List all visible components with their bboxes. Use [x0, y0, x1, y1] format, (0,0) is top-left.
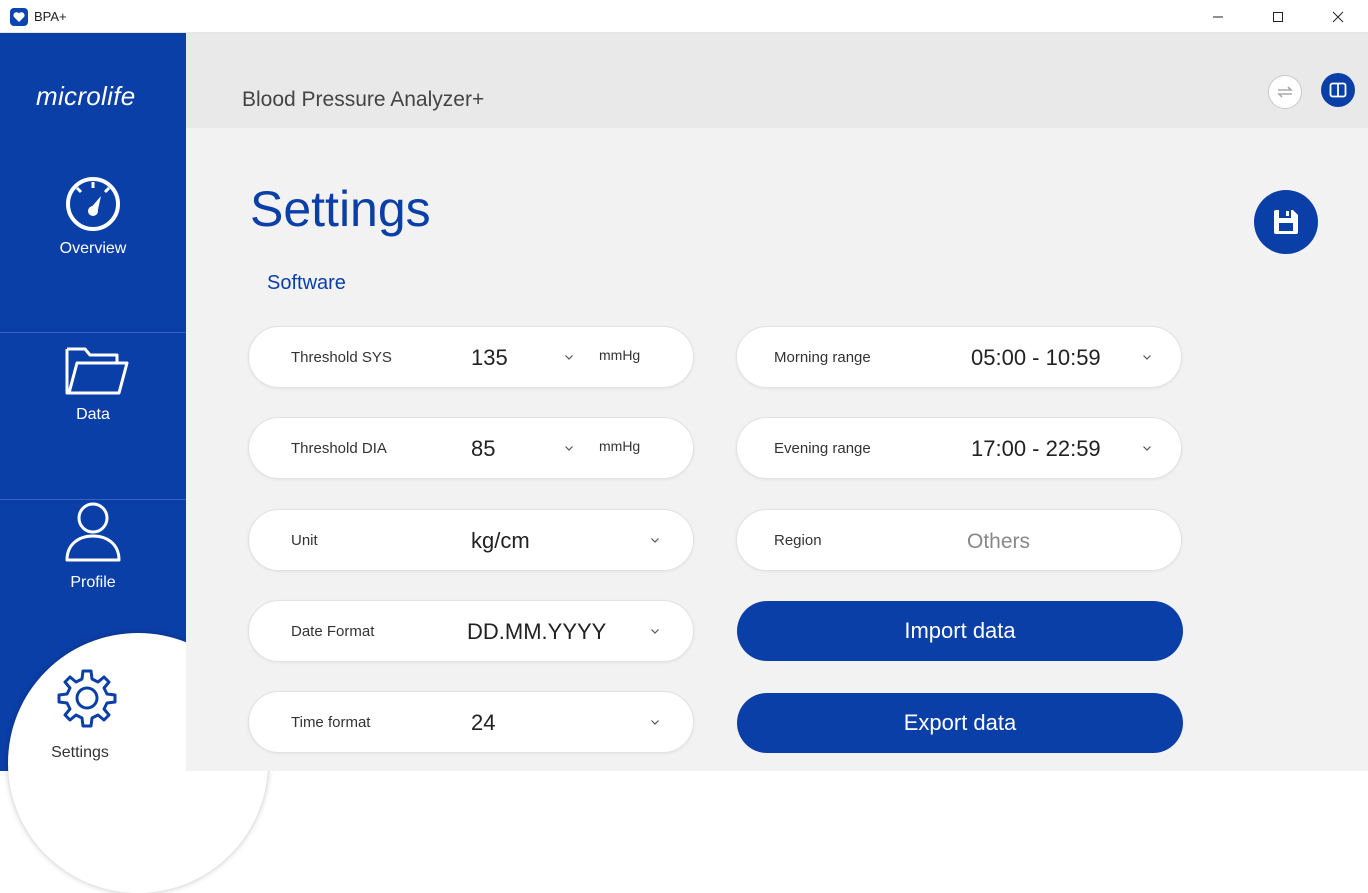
field-label: Threshold SYS: [291, 349, 392, 366]
folder-icon: [65, 347, 129, 395]
field-label: Evening range: [774, 440, 871, 457]
chevron-down-icon: [651, 629, 659, 634]
person-icon: [65, 502, 121, 562]
gear-icon: [57, 669, 117, 728]
unit-label: mmHg: [599, 347, 641, 363]
manual-button[interactable]: [1321, 73, 1355, 107]
close-button[interactable]: [1315, 0, 1361, 33]
chevron-down-icon: [565, 446, 573, 451]
threshold-dia-value: 85: [471, 436, 496, 461]
window-title: BPA+: [34, 9, 67, 24]
sidebar-item-label: Settings: [51, 744, 109, 761]
field-label: Morning range: [774, 349, 871, 366]
date-format-value: DD.MM.YYYY: [467, 619, 607, 644]
sidebar-item-label: Profile: [70, 574, 116, 591]
minimize-button[interactable]: [1195, 0, 1241, 33]
chevron-down-icon: [1143, 355, 1151, 360]
main-content: Blood Pressure Analyzer+ Settings Softwa…: [186, 33, 1368, 771]
time-format-value: 24: [471, 710, 496, 735]
sync-icon: [1277, 86, 1293, 98]
app-heart-icon: [10, 8, 28, 26]
field-label: Region: [774, 532, 822, 549]
morning-range-field[interactable]: Morning range 05:00 - 10:59: [736, 326, 1182, 388]
export-data-button[interactable]: Export data: [737, 693, 1183, 753]
chevron-down-icon: [651, 538, 659, 543]
gauge-icon: [66, 177, 120, 231]
chevron-down-icon: [1143, 446, 1151, 451]
unit-value: kg/cm: [471, 528, 530, 553]
field-label: Unit: [291, 532, 318, 549]
sidebar-item-overview[interactable]: Overview: [0, 166, 186, 333]
microlife-logo: microlife: [36, 81, 136, 111]
region-value: Others: [967, 530, 1031, 553]
threshold-sys-field[interactable]: Threshold SYS 135 mmHg: [248, 326, 694, 388]
sidebar-item-label: Overview: [59, 240, 127, 257]
sidebar-item-data[interactable]: Data: [0, 333, 186, 500]
import-data-button[interactable]: Import data: [737, 601, 1183, 661]
maximize-button[interactable]: [1255, 0, 1301, 33]
chevron-down-icon: [651, 720, 659, 725]
evening-range-field[interactable]: Evening range 17:00 - 22:59: [736, 417, 1182, 479]
manual-icon: [1329, 82, 1347, 98]
page-title: Settings: [250, 181, 431, 237]
app-title: Blood Pressure Analyzer+: [242, 88, 485, 111]
field-label: Date Format: [291, 623, 375, 640]
evening-range-value: 17:00 - 22:59: [971, 436, 1101, 461]
window-titlebar: BPA+: [0, 0, 1368, 33]
field-label: Time format: [291, 714, 371, 731]
threshold-sys-value: 135: [471, 345, 508, 370]
field-label: Threshold DIA: [291, 440, 387, 457]
chevron-down-icon: [565, 355, 573, 360]
sidebar-item-label: Data: [76, 406, 110, 423]
save-button[interactable]: [1254, 190, 1318, 254]
threshold-dia-field[interactable]: Threshold DIA 85 mmHg: [248, 417, 694, 479]
date-format-field[interactable]: Date Format DD.MM.YYYY: [248, 600, 694, 662]
header: Blood Pressure Analyzer+: [186, 33, 1368, 128]
region-field[interactable]: Region Others: [736, 509, 1182, 571]
save-icon: [1274, 210, 1298, 234]
unit-label: mmHg: [599, 438, 641, 454]
time-format-field[interactable]: Time format 24: [248, 691, 694, 753]
morning-range-value: 05:00 - 10:59: [971, 345, 1101, 370]
section-title: Software: [267, 272, 346, 294]
sync-button[interactable]: [1268, 75, 1302, 109]
unit-field[interactable]: Unit kg/cm: [248, 509, 694, 571]
